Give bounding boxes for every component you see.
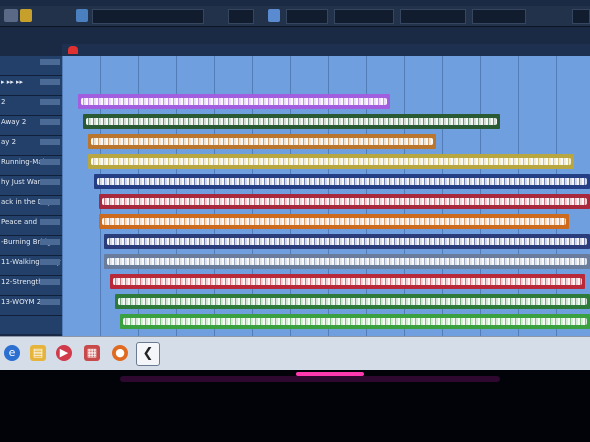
track-name: ay 2 <box>1 138 17 146</box>
track-controls[interactable] <box>40 299 60 305</box>
audio-event[interactable] <box>94 174 590 189</box>
track-controls[interactable] <box>40 159 60 165</box>
project-icon[interactable] <box>4 9 18 22</box>
track-header[interactable]: hy Just Wants <box>0 176 62 196</box>
waveform <box>102 218 566 225</box>
audio-event[interactable] <box>110 274 585 289</box>
locator-marker[interactable] <box>68 46 78 54</box>
tool-icon[interactable] <box>76 9 88 22</box>
track-controls[interactable] <box>40 199 60 205</box>
track-controls[interactable] <box>40 179 60 185</box>
media-player-icon[interactable]: ▶ <box>56 345 72 361</box>
track-header[interactable]: ack in the Day <box>0 196 62 216</box>
grid-field[interactable] <box>286 9 328 24</box>
track-controls[interactable] <box>40 79 60 85</box>
waveform <box>113 278 582 285</box>
track-controls[interactable] <box>40 119 60 125</box>
audio-event[interactable] <box>104 254 590 269</box>
folder-icon[interactable]: ▤ <box>30 345 46 361</box>
track-header[interactable]: -Burning Bridges <box>0 236 62 256</box>
audio-event[interactable] <box>120 314 590 329</box>
track-name: Away 2 <box>1 118 27 126</box>
waveform <box>107 258 587 265</box>
track-header[interactable]: 12-Strength 2 <box>0 276 62 296</box>
window-layout-field[interactable] <box>472 9 526 24</box>
track-name: Running-Mal <box>1 158 45 166</box>
track-name: 2 <box>1 98 6 106</box>
waveform <box>91 158 571 165</box>
audio-event[interactable] <box>78 94 390 109</box>
track-header[interactable]: 11-Walking Away <box>0 256 62 276</box>
quantize-button[interactable] <box>268 9 280 22</box>
track-controls[interactable] <box>40 279 60 285</box>
arrange-window[interactable] <box>62 56 590 336</box>
monitor-screen: ▸ ▸▸ ▸▸ 2 Away 2 ay 2 Running-Mal hy Just Wan… <box>0 0 590 370</box>
track-controls[interactable] <box>40 219 60 225</box>
transport-toolbar <box>0 6 590 27</box>
waveform <box>97 178 587 185</box>
app-icon[interactable]: ▦ <box>84 345 100 361</box>
waveform <box>91 138 433 145</box>
track-list: ▸ ▸▸ ▸▸ 2 Away 2 ay 2 Running-Mal hy Just Wan… <box>0 56 62 334</box>
track-header[interactable]: 13-WOYM 2 <box>0 296 62 316</box>
power-led <box>296 372 364 376</box>
tool-strip[interactable] <box>92 9 204 24</box>
track-header[interactable]: 2 <box>0 96 62 116</box>
cubase-icon[interactable]: ❮ <box>136 342 160 366</box>
waveform <box>81 98 387 105</box>
audio-event[interactable] <box>104 234 590 249</box>
track-name: 13-WOYM 2 <box>1 298 42 306</box>
waveform <box>123 318 587 325</box>
track-controls[interactable] <box>40 259 60 265</box>
record-icon[interactable] <box>20 9 32 22</box>
audio-event[interactable] <box>88 154 574 169</box>
internet-explorer-icon[interactable]: e <box>4 345 20 361</box>
track-header[interactable]: ▸ ▸▸ ▸▸ <box>0 76 62 96</box>
track-header[interactable]: Away 2 <box>0 116 62 136</box>
track-header[interactable]: Peace and Love <box>0 216 62 236</box>
track-name: ▸ ▸▸ ▸▸ <box>1 78 24 86</box>
track-controls[interactable] <box>40 59 60 65</box>
waveform <box>118 298 587 305</box>
track-header[interactable] <box>0 56 62 76</box>
bezel-glow <box>120 376 500 382</box>
quantize-field[interactable] <box>334 9 394 24</box>
audio-event[interactable] <box>115 294 590 309</box>
firefox-icon[interactable]: ● <box>112 345 128 361</box>
track-controls[interactable] <box>40 239 60 245</box>
audio-event[interactable] <box>99 214 569 229</box>
waveform <box>86 118 497 125</box>
track-controls[interactable] <box>40 99 60 105</box>
track-header[interactable]: Running-Mal <box>0 156 62 176</box>
audio-event[interactable] <box>83 114 500 129</box>
track-header[interactable]: ay 2 <box>0 136 62 156</box>
waveform <box>107 238 587 245</box>
close-button[interactable] <box>572 9 590 24</box>
audio-event[interactable] <box>88 134 436 149</box>
zoom-field[interactable] <box>400 9 466 24</box>
track-controls[interactable] <box>40 139 60 145</box>
taskbar: e ▤ ▶ ▦ ● ❮ <box>0 336 590 370</box>
audio-event[interactable] <box>99 194 590 209</box>
waveform <box>102 198 587 205</box>
snap-field[interactable] <box>228 9 254 24</box>
